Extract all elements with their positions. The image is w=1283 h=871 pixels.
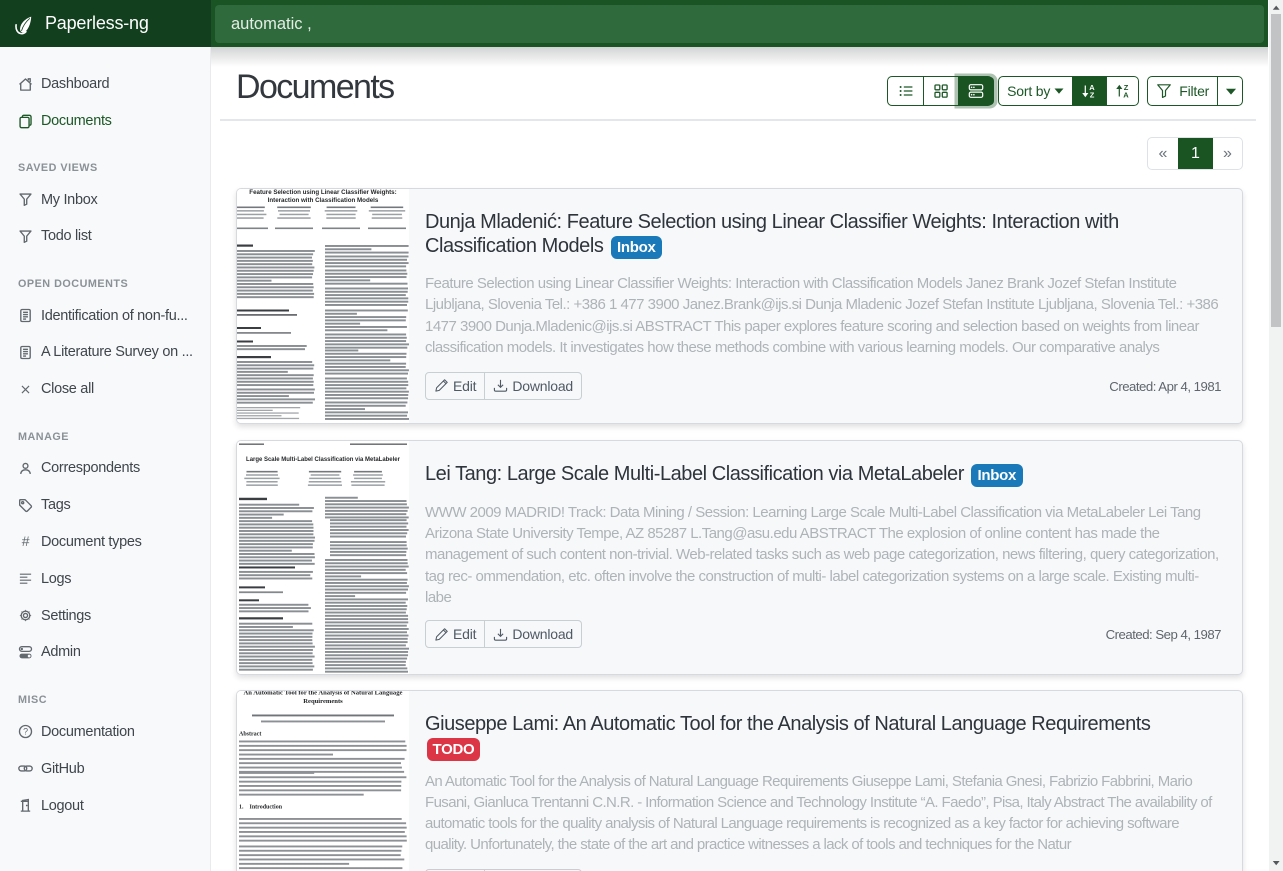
- svg-text:Requirements: Requirements: [303, 698, 343, 705]
- svg-text:Z: Z: [1090, 91, 1095, 99]
- svg-text:Interaction with Classificatio: Interaction with Classification Models: [268, 197, 379, 204]
- svg-text:Large Scale Multi-Label Classi: Large Scale Multi-Label Classification v…: [246, 457, 401, 463]
- svg-text:1. Introduction: 1. Introduction: [239, 805, 283, 811]
- svg-text:#: #: [22, 534, 30, 549]
- svg-text:Abstract: Abstract: [239, 732, 261, 738]
- svg-text:?: ?: [23, 727, 28, 737]
- svg-text:Feature Selection using Linear: Feature Selection using Linear Classifie…: [249, 189, 396, 196]
- svg-text:An Automatic Tool for the Anal: An Automatic Tool for the Analysis of Na…: [244, 691, 403, 697]
- svg-text:A: A: [1123, 91, 1129, 99]
